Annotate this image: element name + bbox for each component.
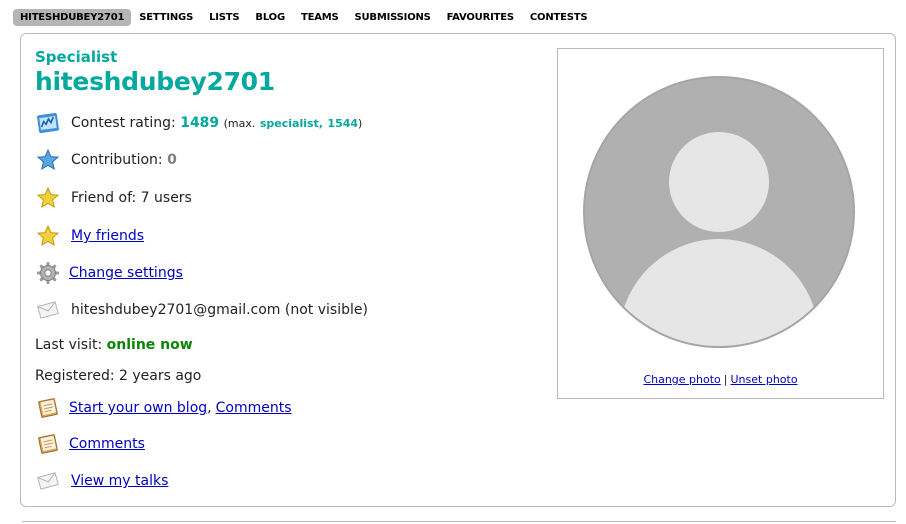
last-visit-value: online now	[106, 337, 193, 353]
notebook-icon	[35, 431, 61, 457]
blog-comma: ,	[207, 400, 212, 416]
comments-link[interactable]: Comments	[69, 436, 145, 452]
my-friends-row: My friends	[35, 223, 144, 249]
gear-icon	[35, 260, 61, 286]
talks-row: View my talks	[35, 468, 168, 494]
my-friends-link[interactable]: My friends	[71, 228, 144, 244]
max-rank: specialist,	[259, 116, 323, 130]
avatar-frame: Change photo | Unset photo	[557, 48, 884, 399]
profile-box: Specialist hiteshdubey2701 Contest ratin…	[20, 33, 896, 507]
nav-item-profile[interactable]: HITESHDUBEY2701	[13, 9, 132, 26]
max-prefix: (max.	[223, 116, 256, 130]
registered-row: Registered: 2 years ago	[35, 363, 201, 389]
top-nav: HITESHDUBEY2701 SETTINGS LISTS BLOG TEAM…	[13, 8, 603, 27]
max-rating: 1544	[327, 116, 359, 130]
contribution-label: Contribution:	[71, 152, 163, 168]
nav-item-favourites[interactable]: FAVOURITES	[447, 12, 514, 23]
last-visit-row: Last visit: online now	[35, 332, 193, 358]
rating-value: 1489	[180, 115, 220, 131]
nav-item-lists[interactable]: LISTS	[209, 12, 240, 23]
last-visit-label: Last visit:	[35, 337, 103, 353]
avatar	[583, 76, 855, 348]
email-text: hiteshdubey2701@gmail.com (not visible)	[71, 302, 368, 318]
gold-star-icon	[35, 185, 61, 211]
nav-item-submissions[interactable]: SUBMISSIONS	[355, 12, 431, 23]
change-settings-row: Change settings	[35, 260, 183, 286]
nav-item-settings[interactable]: SETTINGS	[139, 12, 193, 23]
blog-comments-link[interactable]: Comments	[216, 400, 292, 416]
nav-item-blog[interactable]: BLOG	[255, 12, 285, 23]
next-box-border	[22, 521, 896, 522]
photo-links: Change photo | Unset photo	[558, 373, 883, 386]
contest-rating-row: Contest rating: 1489 (max. specialist, 1…	[35, 110, 362, 136]
notebook-icon	[35, 395, 61, 421]
photo-link-separator: |	[723, 373, 728, 386]
envelope-icon	[35, 297, 61, 323]
unset-photo-link[interactable]: Unset photo	[731, 373, 798, 386]
registered-text: Registered: 2 years ago	[35, 368, 202, 384]
blue-star-icon	[35, 147, 61, 173]
comments-row: Comments	[35, 431, 145, 457]
start-blog-link[interactable]: Start your own blog	[69, 400, 207, 416]
max-suffix: )	[358, 116, 363, 130]
email-row: hiteshdubey2701@gmail.com (not visible)	[35, 297, 368, 323]
contribution-value: 0	[167, 152, 177, 168]
user-rank: Specialist	[35, 48, 118, 66]
nav-item-contests[interactable]: CONTESTS	[530, 12, 588, 23]
friend-of-text: Friend of: 7 users	[71, 190, 192, 206]
nav-item-teams[interactable]: TEAMS	[301, 12, 339, 23]
friend-of-row: Friend of: 7 users	[35, 185, 192, 211]
change-photo-link[interactable]: Change photo	[643, 373, 720, 386]
blog-row: Start your own blog, Comments	[35, 395, 292, 421]
view-talks-link[interactable]: View my talks	[71, 473, 168, 489]
rating-chart-icon	[35, 110, 61, 136]
change-settings-link[interactable]: Change settings	[69, 265, 183, 281]
envelope-icon	[35, 468, 61, 494]
gold-star-icon	[35, 223, 61, 249]
rating-label: Contest rating:	[71, 115, 176, 131]
user-handle: hiteshdubey2701	[35, 67, 275, 96]
contribution-row: Contribution: 0	[35, 147, 177, 173]
